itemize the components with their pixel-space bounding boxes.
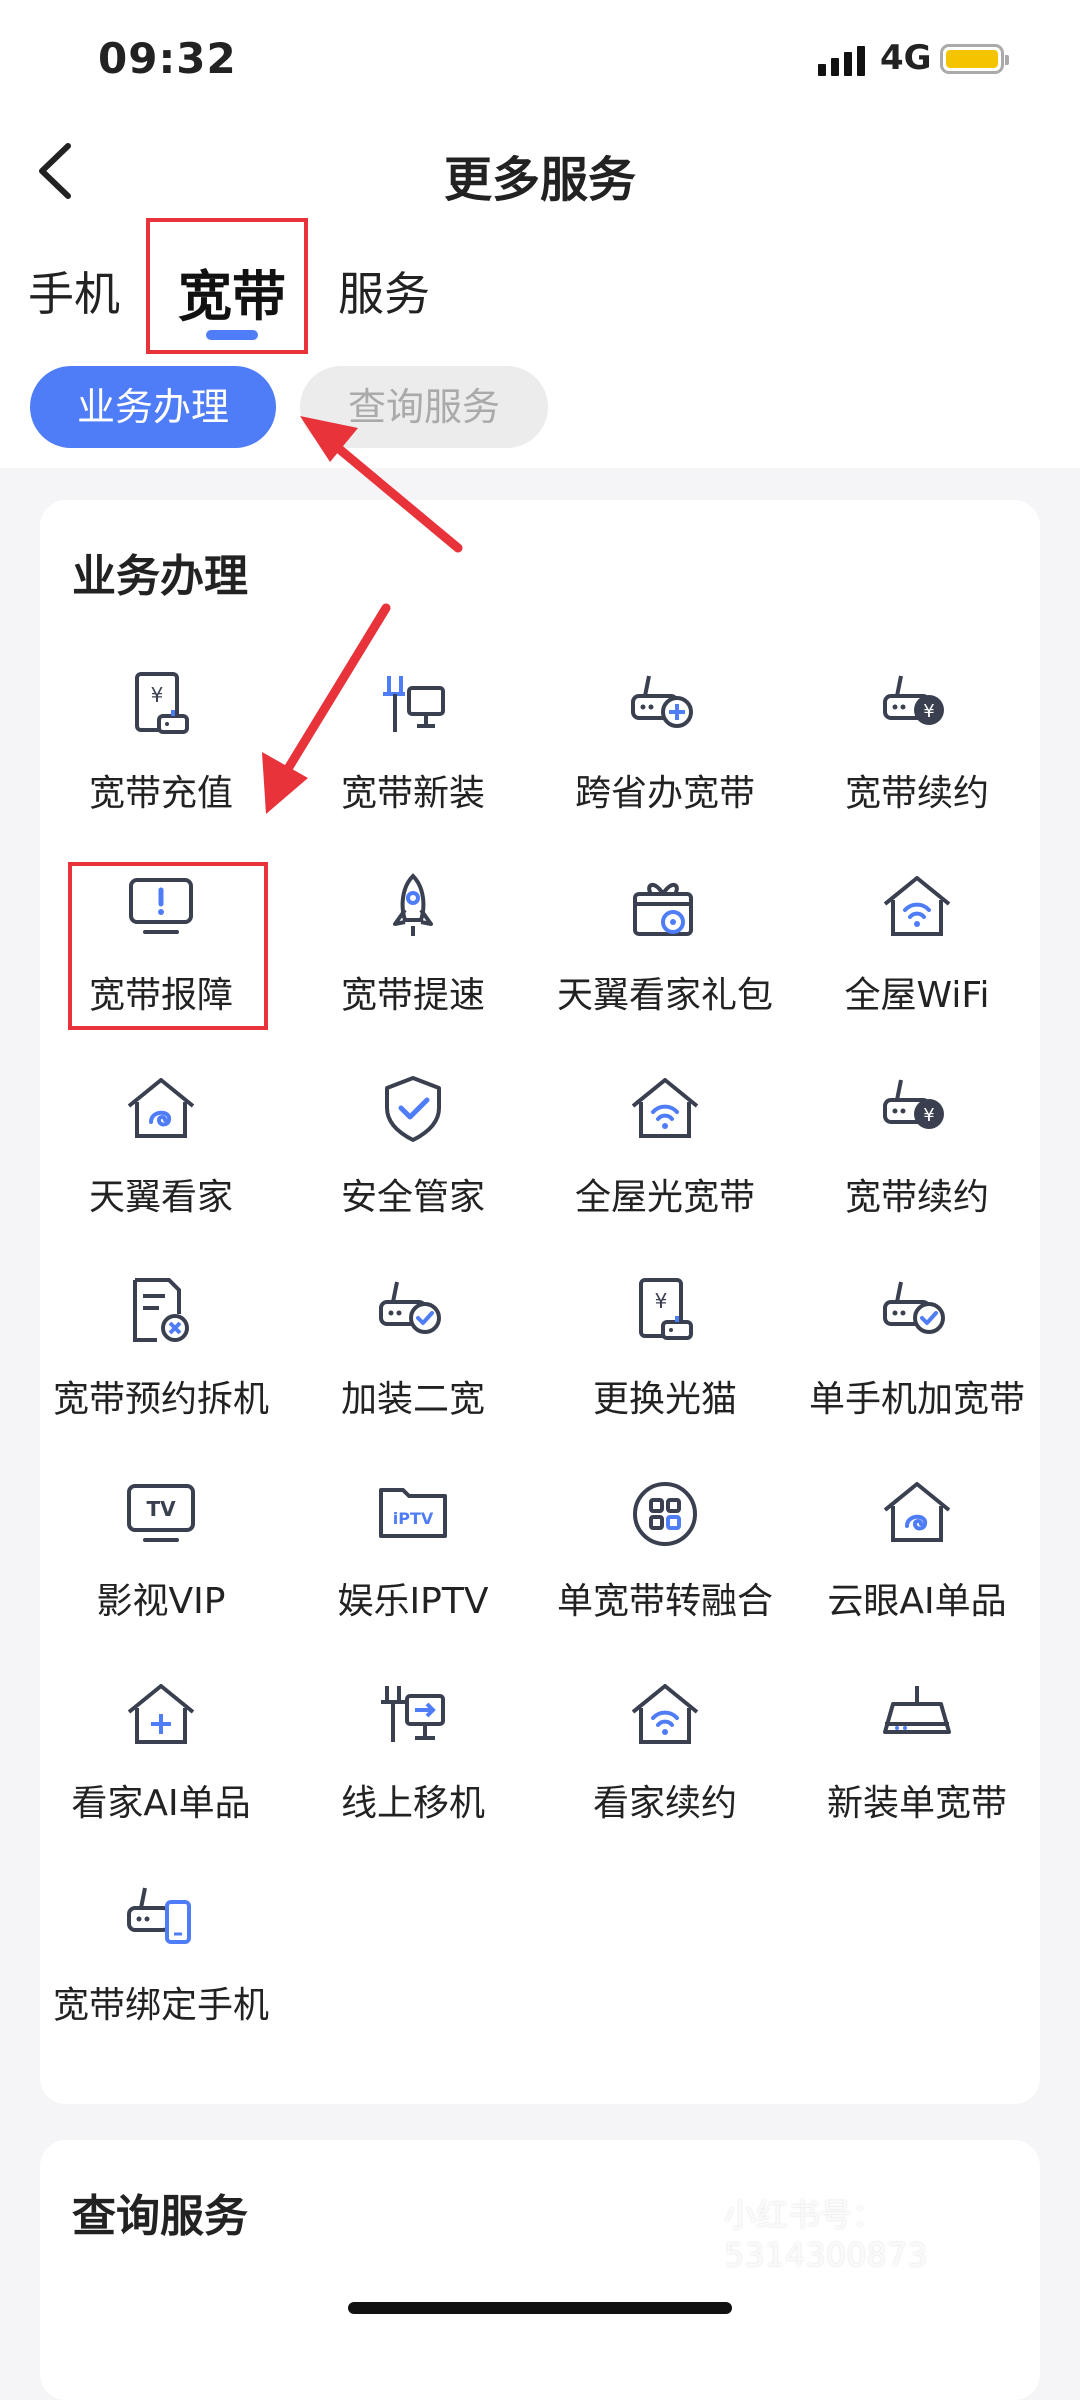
- rocket-icon: [373, 868, 453, 948]
- service-item[interactable]: 云眼AI单品: [792, 1474, 1042, 1674]
- service-item[interactable]: ¥ 宽带充值: [36, 666, 286, 866]
- home-wifi-icon: [877, 868, 957, 948]
- service-item-label: 全屋WiFi: [844, 975, 990, 1016]
- service-item[interactable]: 全屋光宽带: [540, 1070, 790, 1270]
- service-item-label: 新装单宽带: [826, 1783, 1007, 1824]
- home-plus-icon: [121, 1676, 201, 1756]
- service-item-label: 更换光猫: [592, 1379, 737, 1420]
- service-item-label: 线上移机: [340, 1783, 485, 1824]
- pill-query[interactable]: 查询服务: [300, 366, 548, 448]
- service-item-label: 影视VIP: [96, 1581, 226, 1622]
- service-item-label: 宽带预约拆机: [52, 1379, 269, 1420]
- header: 09:32 4G 更多服务 手机 宽带 服务 业务办理 查询服务: [0, 0, 1080, 468]
- service-item-label: 看家续约: [592, 1783, 737, 1824]
- annotation-box-item: [68, 862, 268, 1030]
- tv-icon: TV: [121, 1474, 201, 1554]
- router-plus-icon: [625, 666, 705, 746]
- service-item[interactable]: TV 影视VIP: [36, 1474, 286, 1674]
- annotation-box-tab: [146, 218, 308, 354]
- move-install-icon: [373, 1676, 453, 1756]
- svg-text:¥: ¥: [923, 701, 934, 722]
- service-item[interactable]: 线上移机: [288, 1676, 538, 1876]
- service-item-label: 云眼AI单品: [827, 1581, 1007, 1622]
- service-item-label: 宽带新装: [340, 773, 485, 814]
- service-item[interactable]: 宽带绑定手机: [36, 1878, 286, 2078]
- svg-text:¥: ¥: [923, 1105, 934, 1126]
- svg-text:iPTV: iPTV: [393, 1509, 434, 1528]
- service-item-label: 宽带续约: [844, 1177, 989, 1218]
- home-indicator[interactable]: [348, 2302, 732, 2314]
- service-item[interactable]: 看家AI单品: [36, 1676, 286, 1876]
- service-item-label: 宽带充值: [88, 773, 233, 814]
- grid-circle-icon: [625, 1474, 705, 1554]
- home-swirl-icon: [121, 1070, 201, 1150]
- service-item-label: 娱乐IPTV: [337, 1581, 489, 1622]
- service-item[interactable]: 安全管家: [288, 1070, 538, 1270]
- service-item[interactable]: 宽带提速: [288, 868, 538, 1068]
- service-item[interactable]: 看家续约: [540, 1676, 790, 1876]
- broadband-topup-icon: ¥: [625, 1272, 705, 1352]
- service-item[interactable]: iPTV 娱乐IPTV: [288, 1474, 538, 1674]
- status-bar: 09:32 4G: [0, 0, 1080, 120]
- service-item-label: 宽带绑定手机: [52, 1985, 269, 2026]
- service-item[interactable]: 加装二宽: [288, 1272, 538, 1472]
- home-wifi-icon: [625, 1070, 705, 1150]
- new-install-icon: [373, 666, 453, 746]
- service-item-label: 看家AI单品: [71, 1783, 251, 1824]
- service-item[interactable]: 单宽带转融合: [540, 1474, 790, 1674]
- broadband-topup-icon: ¥: [121, 666, 201, 746]
- page-title: 更多服务: [443, 152, 636, 208]
- router-yuan-icon: ¥: [877, 1070, 957, 1150]
- router-check-icon: [877, 1272, 957, 1352]
- service-item-label: 宽带提速: [340, 975, 485, 1016]
- shield-check-icon: [373, 1070, 453, 1150]
- service-item[interactable]: 跨省办宽带: [540, 666, 790, 866]
- section-title-business: 业务办理: [72, 551, 248, 602]
- home-swirl-icon: [877, 1474, 957, 1554]
- network-type: 4G: [880, 38, 932, 78]
- service-item-label: 天翼看家: [88, 1177, 233, 1218]
- signal-icon: [818, 46, 865, 76]
- service-item-label: 宽带续约: [844, 773, 989, 814]
- router-check-icon: [373, 1272, 453, 1352]
- service-item[interactable]: ¥ 宽带续约: [792, 666, 1042, 866]
- router-icon: [877, 1676, 957, 1756]
- service-item[interactable]: 全屋WiFi: [792, 868, 1042, 1068]
- service-item[interactable]: 宽带新装: [288, 666, 538, 866]
- service-item[interactable]: 新装单宽带: [792, 1676, 1042, 1876]
- router-yuan-icon: ¥: [877, 666, 957, 746]
- router-phone-icon: [121, 1878, 201, 1958]
- service-item[interactable]: 宽带预约拆机: [36, 1272, 286, 1472]
- service-item-label: 跨省办宽带: [574, 773, 755, 814]
- iptv-folder-icon: iPTV: [373, 1474, 453, 1554]
- section-title-query: 查询服务: [72, 2191, 248, 2242]
- service-item[interactable]: 天翼看家礼包: [540, 868, 790, 1068]
- service-item[interactable]: ¥ 更换光猫: [540, 1272, 790, 1472]
- service-item-label: 安全管家: [340, 1177, 485, 1218]
- home-wifi-icon: [625, 1676, 705, 1756]
- service-item-label: 单手机加宽带: [808, 1379, 1025, 1420]
- service-item[interactable]: 单手机加宽带: [792, 1272, 1042, 1472]
- tab-service[interactable]: 服务: [338, 258, 430, 324]
- gift-camera-icon: [625, 868, 705, 948]
- watermark: 小红书号：5314300873: [724, 2196, 928, 2274]
- service-item[interactable]: ¥ 宽带续约: [792, 1070, 1042, 1270]
- pill-business[interactable]: 业务办理: [30, 366, 276, 448]
- battery-icon: [940, 44, 1009, 74]
- tab-phone[interactable]: 手机: [28, 258, 120, 324]
- status-time: 09:32: [98, 34, 237, 83]
- document-cancel-icon: [121, 1272, 201, 1352]
- service-item-label: 天翼看家礼包: [556, 975, 773, 1016]
- svg-text:¥: ¥: [655, 1289, 668, 1313]
- service-item[interactable]: 天翼看家: [36, 1070, 286, 1270]
- service-item-label: 全屋光宽带: [574, 1177, 755, 1218]
- service-item-label: 单宽带转融合: [556, 1581, 773, 1622]
- svg-text:TV: TV: [146, 1497, 176, 1521]
- svg-text:¥: ¥: [151, 683, 164, 707]
- service-item-label: 加装二宽: [340, 1379, 485, 1420]
